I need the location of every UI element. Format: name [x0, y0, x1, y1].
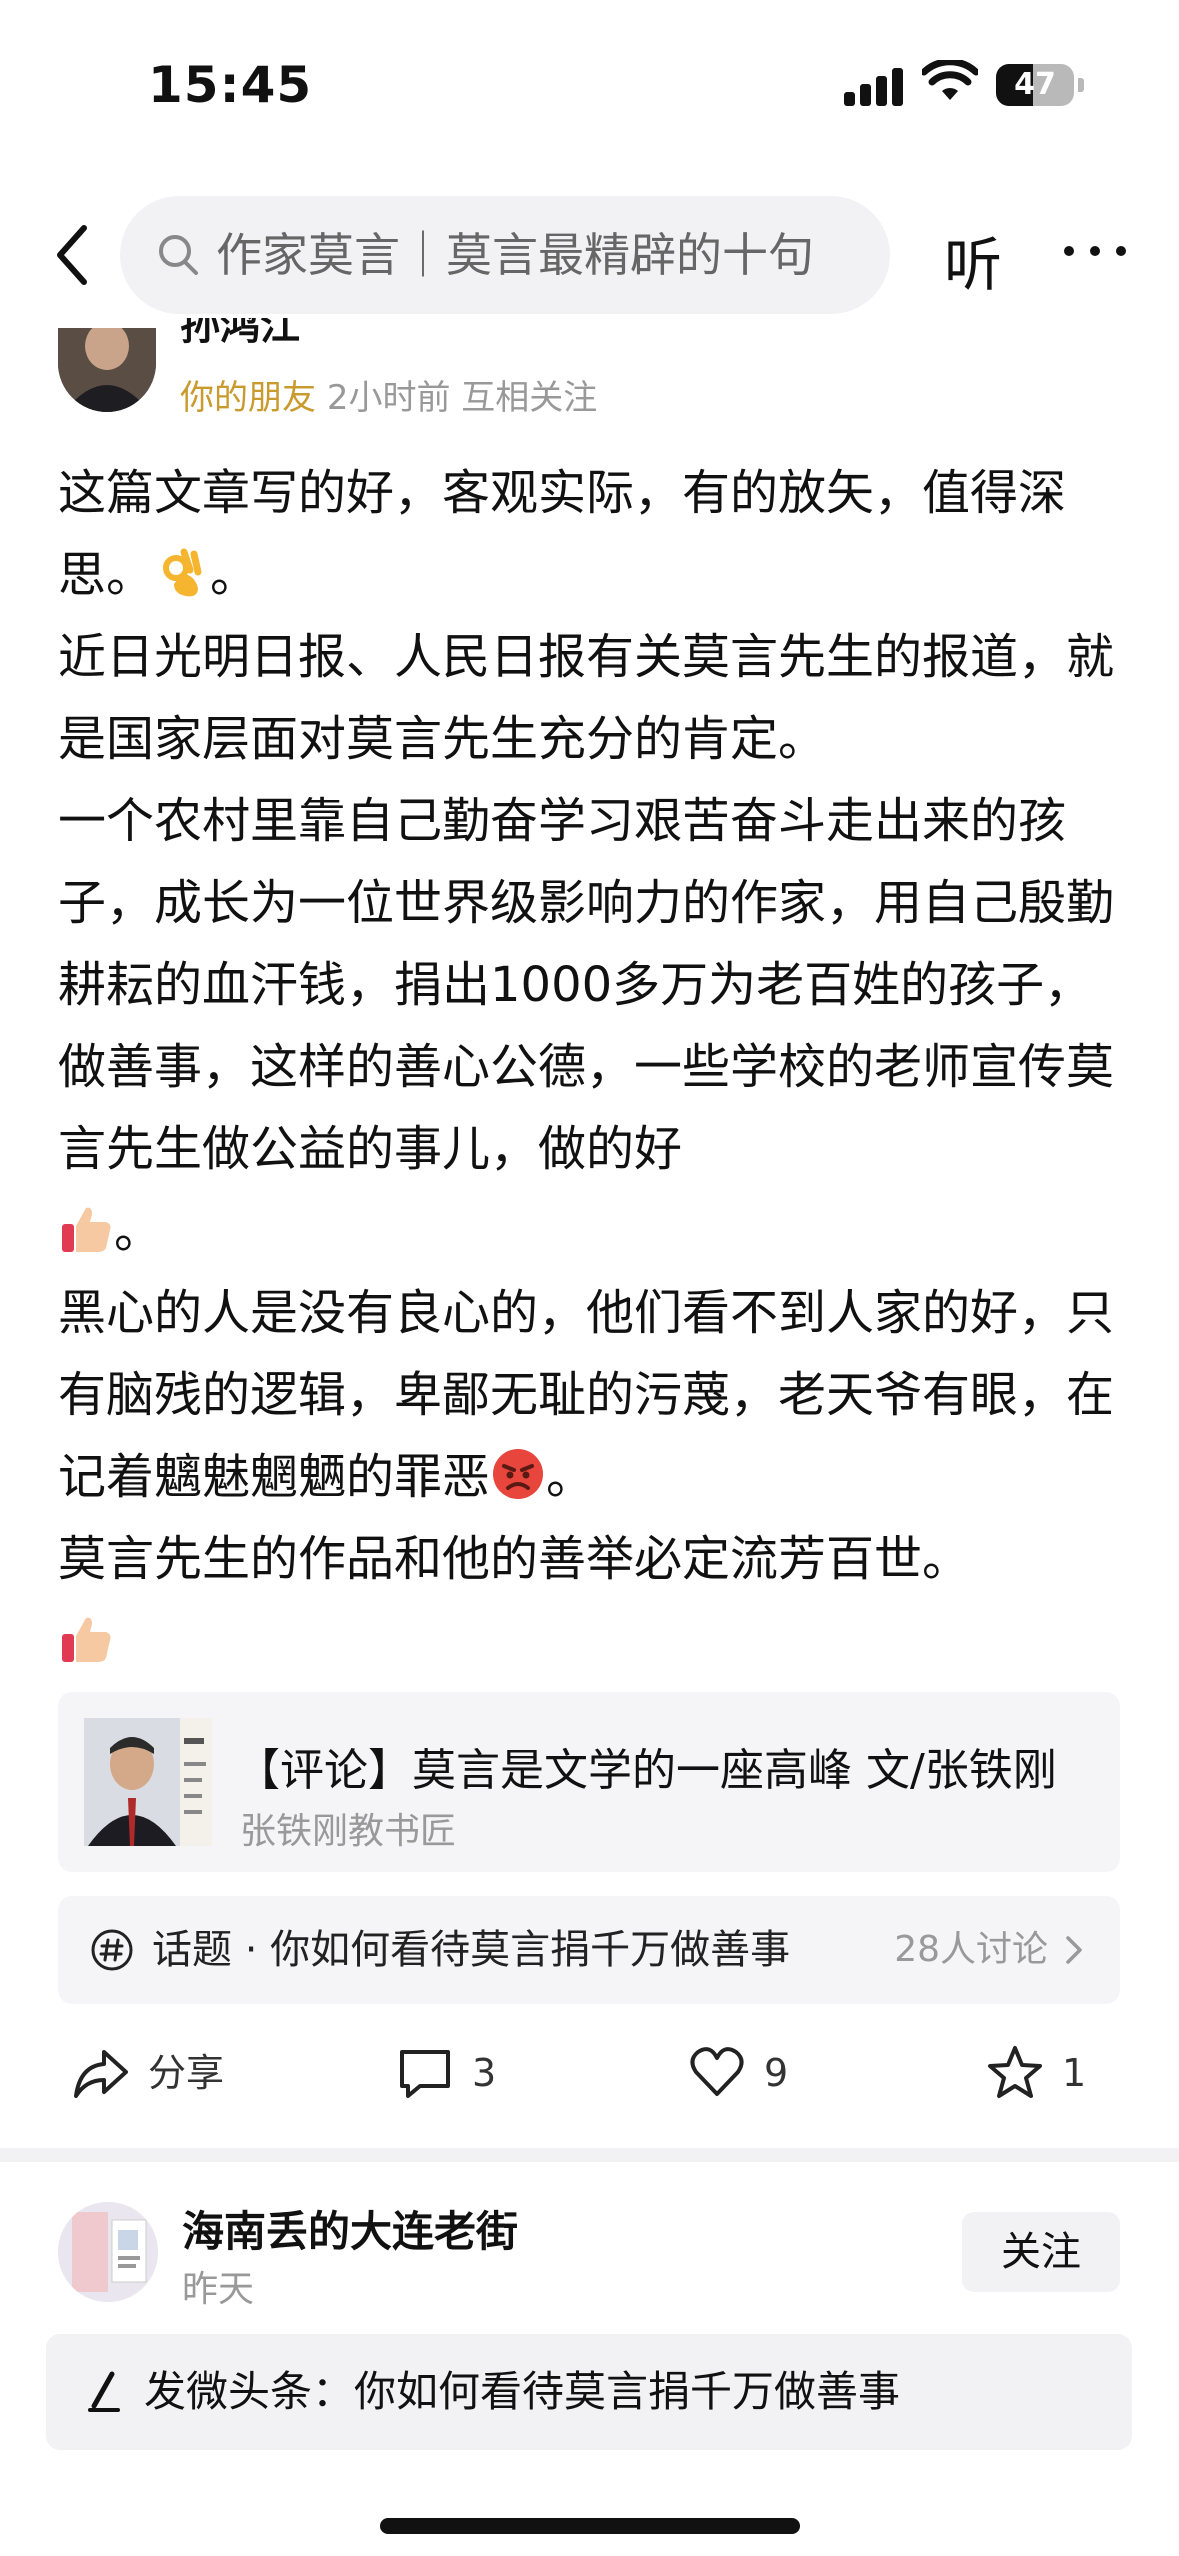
- more-icon[interactable]: [1060, 236, 1130, 266]
- thumbs-up-emoji: [62, 1617, 111, 1662]
- paragraph: 黑心的人是没有良心的，他们看不到人家的好，只有脑残的逻辑，卑鄙无耻的污蔑，老天爷…: [58, 1285, 1115, 1505]
- chevron-right-icon: [1066, 1936, 1082, 1964]
- post-time: 2小时前: [326, 378, 451, 418]
- search-icon: [159, 235, 198, 275]
- section-divider: [0, 2148, 1179, 2162]
- compose-text: 发微头条：你如何看待莫言捐千万做善事: [144, 2367, 901, 2416]
- back-icon[interactable]: [48, 220, 98, 290]
- battery-level: 47: [1014, 67, 1056, 102]
- battery-cap: [1078, 78, 1084, 92]
- linked-article-card[interactable]: 【评论】莫言是文学的一座高峰 文/张铁刚 张铁刚教书匠: [58, 1692, 1120, 1872]
- angry-face-emoji: [493, 1449, 544, 1499]
- hashtag-icon: [91, 1929, 133, 1971]
- topic-row[interactable]: 话题 · 你如何看待莫言捐千万做善事 28人讨论: [58, 1896, 1120, 2004]
- next-post-time: 昨天: [182, 2269, 255, 2310]
- topic-text: 话题 · 你如何看待莫言捐千万做善事: [152, 1927, 791, 1973]
- favorite-button[interactable]: 1: [986, 2040, 1136, 2106]
- article-title: 【评论】莫言是文学的一座高峰 文/张铁刚: [236, 1745, 1057, 1796]
- pen-icon: [88, 2371, 120, 2412]
- next-author-name[interactable]: 海南丢的大连老街: [182, 2198, 518, 2259]
- share-button[interactable]: 分享: [72, 2040, 272, 2106]
- author-avatar[interactable]: [58, 328, 156, 412]
- follow-button[interactable]: 关注: [962, 2212, 1120, 2292]
- wifi-icon: [922, 60, 978, 100]
- like-button[interactable]: 9: [688, 2040, 838, 2106]
- listen-button[interactable]: 听: [944, 218, 1002, 302]
- comment-icon: [400, 2050, 450, 2098]
- article-thumbnail: [84, 1718, 212, 1846]
- comment-count: 3: [472, 2051, 497, 2095]
- status-bar: 15:45 47: [0, 0, 1179, 170]
- next-author-avatar[interactable]: [58, 2202, 158, 2302]
- comment-button[interactable]: 3: [396, 2040, 546, 2106]
- star-icon: [988, 2046, 1042, 2098]
- post-meta: 你的朋友 2小时前 互相关注: [180, 370, 597, 419]
- article-source: 张铁刚教书匠: [240, 1811, 457, 1852]
- paragraph: 莫言先生的作品和他的善举必定流芳百世。: [58, 1531, 971, 1587]
- search-bar[interactable]: 作家莫言｜莫言最精辟的十句: [120, 196, 890, 314]
- post-body: 这篇文章写的好，客观实际，有的放矢，值得深思。。 近日光明日报、人民日报有关莫言…: [58, 452, 1128, 1682]
- paragraph: [58, 1600, 1128, 1682]
- paragraph: 近日光明日报、人民日报有关莫言先生的报道，就是国家层面对莫言先生充分的肯定。: [58, 629, 1115, 767]
- ok-hand-emoji: [163, 548, 202, 597]
- cellular-signal-icon: [844, 66, 904, 106]
- topic-count: 28人讨论: [894, 1929, 1048, 1970]
- like-count: 9: [764, 2051, 789, 2095]
- paragraph: 这篇文章写的好，客观实际，有的放矢，值得深思。。: [58, 465, 1067, 603]
- paragraph: 一个农村里靠自己勤奋学习艰苦奋斗走出来的孩子，成长为一位世界级影响力的作家，用自…: [58, 793, 1115, 1259]
- share-icon: [74, 2050, 128, 2098]
- compose-bar[interactable]: 发微头条：你如何看待莫言捐千万做善事: [46, 2334, 1132, 2450]
- heart-icon: [690, 2047, 744, 2096]
- share-label: 分享: [148, 2051, 225, 2095]
- relation-label: 你的朋友: [180, 378, 316, 418]
- home-indicator[interactable]: [380, 2518, 800, 2534]
- follow-status: 互相关注: [461, 378, 598, 418]
- author-name[interactable]: 孙鸿江: [180, 318, 300, 348]
- search-text: 作家莫言｜莫言最精辟的十句: [216, 228, 814, 282]
- status-time: 15:45: [148, 56, 313, 114]
- battery-icon: 47: [996, 64, 1074, 106]
- favorite-count: 1: [1062, 2051, 1087, 2095]
- thumbs-up-emoji: [62, 1207, 111, 1252]
